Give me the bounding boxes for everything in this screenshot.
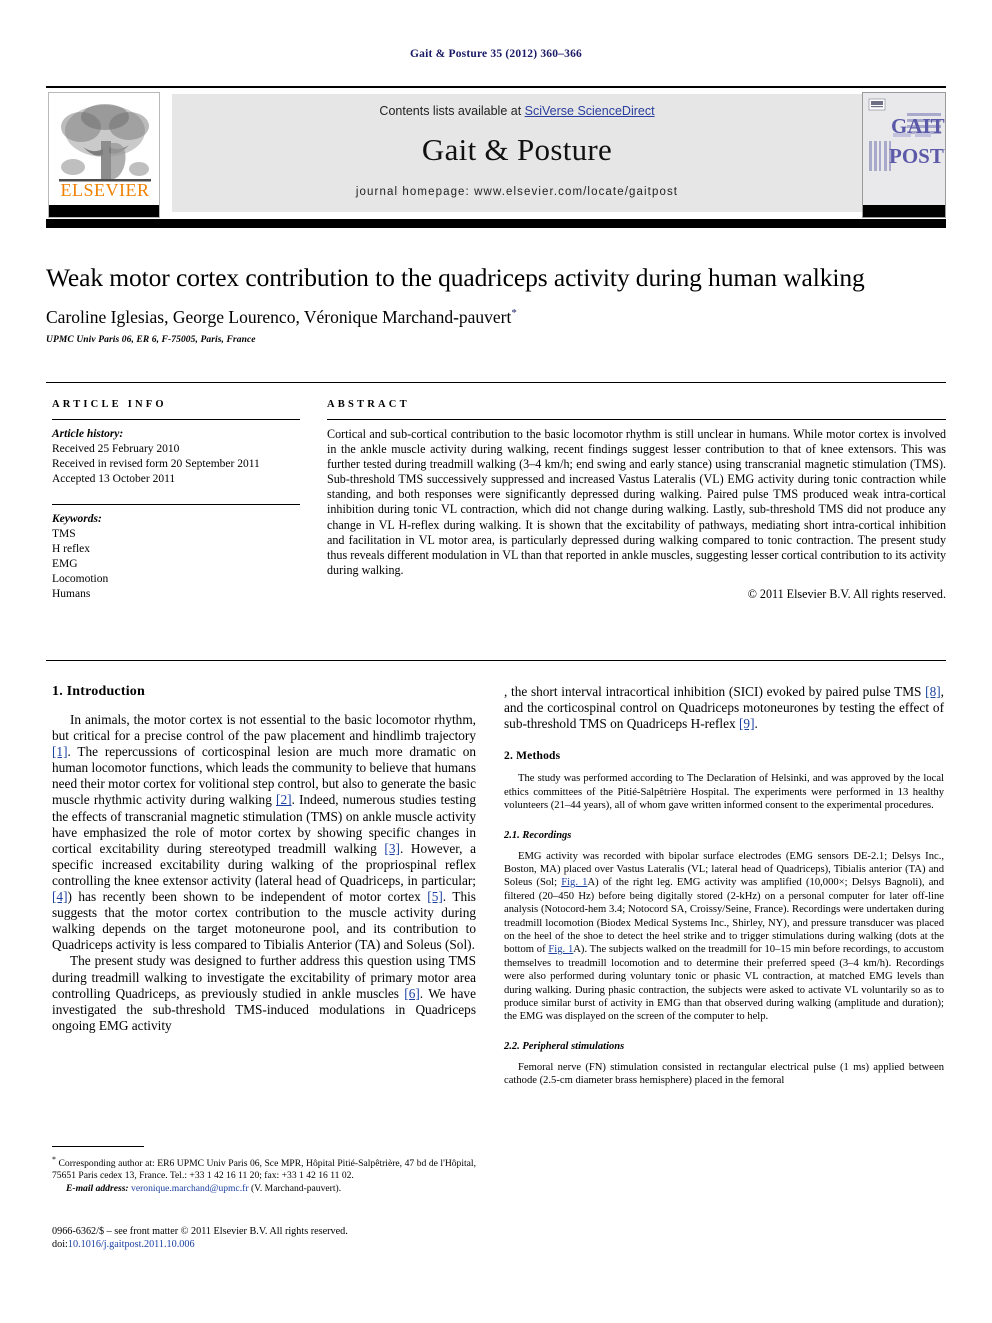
article-info-column: ARTICLE INFO Article history: Received 2… — [52, 399, 300, 602]
stimulations-paragraph: Femoral nerve (FN) stimulation consisted… — [504, 1061, 944, 1087]
recordings-seg-c: A). The subjects walked on the treadmill… — [504, 944, 944, 1023]
journal-masthead: ELSEVIER Contents lists available at Sci… — [46, 86, 946, 228]
contents-prefix: Contents lists available at — [379, 104, 525, 118]
email-link[interactable]: veronique.marchand@upmc.fr — [131, 1183, 249, 1194]
heading-peripheral-stimulations: 2.2. Peripheral stimulations — [504, 1040, 625, 1052]
intro-p2-seg-c: , the short interval intracortical inhib… — [504, 684, 926, 699]
corresponding-author-note: Corresponding author at: ER6 UPMC Univ P… — [52, 1158, 476, 1182]
affiliation: UPMC Univ Paris 06, ER 6, F-75005, Paris… — [46, 335, 256, 345]
keyword-item: H reflex — [52, 543, 90, 555]
citation-ref-8[interactable]: [8] — [925, 684, 941, 699]
journal-title: Gait & Posture — [421, 132, 613, 167]
article-info-heading: ARTICLE INFO — [52, 399, 167, 410]
running-head: Gait & Posture 35 (2012) 360–366 — [410, 48, 582, 60]
imprint-block: 0966-6362/$ – see front matter © 2011 El… — [52, 1225, 476, 1252]
intro-p1-seg-e: ) has recently been shown to be independ… — [67, 889, 428, 905]
citation-ref-2[interactable]: [2] — [276, 792, 292, 807]
email-attribution: (V. Marchand-pauvert). — [248, 1182, 342, 1194]
heading-recordings: 2.1. Recordings — [504, 829, 572, 841]
intro-p2-seg-e: . — [754, 716, 758, 732]
journal-band: Contents lists available at SciVerse Sci… — [172, 94, 862, 212]
keywords-rule — [52, 504, 300, 505]
svg-text:POSTURE: POSTURE — [889, 144, 945, 168]
cover-bottom-bar — [863, 205, 945, 217]
corresponding-author-marker[interactable]: * — [511, 307, 517, 319]
doi-line: doi:10.1016/j.gaitpost.2011.10.006 — [52, 1238, 476, 1251]
elsevier-bottom-bar — [49, 205, 159, 217]
heading-methods: 2. Methods — [504, 750, 561, 763]
sciencedirect-link[interactable]: SciVerse ScienceDirect — [525, 104, 655, 118]
abstract-rule — [327, 419, 946, 420]
issn-copyright-line: 0966-6362/$ – see front matter © 2011 El… — [52, 1226, 348, 1237]
doi-label: doi: — [52, 1239, 68, 1251]
citation-ref-3[interactable]: [3] — [384, 841, 400, 856]
journal-cover-thumbnail[interactable]: GAIT POSTURE — [862, 92, 946, 218]
cover-artwork: GAIT POSTURE — [863, 93, 945, 217]
citation-ref-1[interactable]: [1] — [52, 744, 68, 759]
figure-link-2[interactable]: Fig. 1 — [548, 944, 573, 955]
intro-paragraph-2-continued: , the short interval intracortical inhib… — [504, 684, 944, 732]
citation-ref-9[interactable]: [9] — [739, 716, 755, 731]
figure-link-1[interactable]: Fig. 1 — [561, 877, 587, 888]
citation-ref-5[interactable]: [5] — [427, 889, 443, 904]
article-history-revised: Received in revised form 20 September 20… — [52, 458, 260, 470]
doi-link[interactable]: 10.1016/j.gaitpost.2011.10.006 — [68, 1239, 195, 1250]
methods-paragraph-1: The study was performed according to The… — [504, 773, 944, 812]
intro-paragraph-1: In animals, the motor cortex is not esse… — [52, 712, 476, 953]
keyword-item: Locomotion — [52, 573, 109, 585]
masthead-bottom-bar — [46, 219, 946, 228]
page-title: Weak motor cortex contribution to the qu… — [46, 263, 865, 292]
article-info-rule — [52, 419, 300, 420]
journal-article-page: Gait & Posture 35 (2012) 360–366 ELSEVIE… — [0, 0, 992, 1323]
keyword-item: TMS — [52, 528, 76, 540]
journal-homepage[interactable]: journal homepage: www.elsevier.com/locat… — [172, 186, 862, 198]
abstract-copyright: © 2011 Elsevier B.V. All rights reserved… — [747, 586, 946, 601]
abstract-column: ABSTRACT Cortical and sub-cortical contr… — [327, 399, 946, 602]
author-list: Caroline Iglesias, George Lourenco, Véro… — [46, 307, 946, 328]
elsevier-wordmark: ELSEVIER — [60, 180, 150, 200]
contents-available-line: Contents lists available at SciVerse Sci… — [172, 104, 862, 118]
heading-introduction: 1. Introduction — [52, 684, 145, 699]
recordings-paragraph: EMG activity was recorded with bipolar s… — [504, 850, 944, 1024]
masthead-top-rule — [46, 86, 946, 88]
article-history-accepted: Accepted 13 October 2011 — [52, 473, 176, 485]
abstract-text: Cortical and sub-cortical contribution t… — [327, 427, 946, 577]
body-column-right: , the short interval intracortical inhib… — [504, 684, 944, 1088]
citation-ref-4[interactable]: [4] — [52, 889, 68, 904]
svg-text:GAIT: GAIT — [891, 114, 945, 138]
article-history-received: Received 25 February 2010 — [52, 443, 180, 455]
info-section-top-rule — [46, 382, 946, 383]
elsevier-logo: ELSEVIER — [48, 92, 160, 218]
footnote-block: * Corresponding author at: ER6 UPMC Univ… — [52, 1154, 476, 1195]
footnote-separator-rule — [52, 1146, 144, 1147]
keyword-item: Humans — [52, 588, 91, 600]
citation-ref-6[interactable]: [6] — [404, 986, 420, 1001]
intro-paragraph-2: The present study was designed to furthe… — [52, 953, 476, 1033]
abstract-heading: ABSTRACT — [327, 399, 410, 410]
intro-p1-seg-a: In animals, the motor cortex is not esse… — [52, 712, 476, 744]
email-address-label: E-mail address: — [66, 1182, 129, 1194]
author-names: Caroline Iglesias, George Lourenco, Véro… — [46, 307, 512, 327]
title-block: Weak motor cortex contribution to the qu… — [46, 262, 946, 345]
keywords-label: Keywords: — [52, 513, 102, 525]
article-history-label: Article history: — [52, 428, 124, 440]
info-section-bottom-rule — [46, 660, 946, 661]
body-column-left: 1. Introduction In animals, the motor co… — [52, 684, 476, 1034]
keyword-item: EMG — [52, 558, 78, 570]
